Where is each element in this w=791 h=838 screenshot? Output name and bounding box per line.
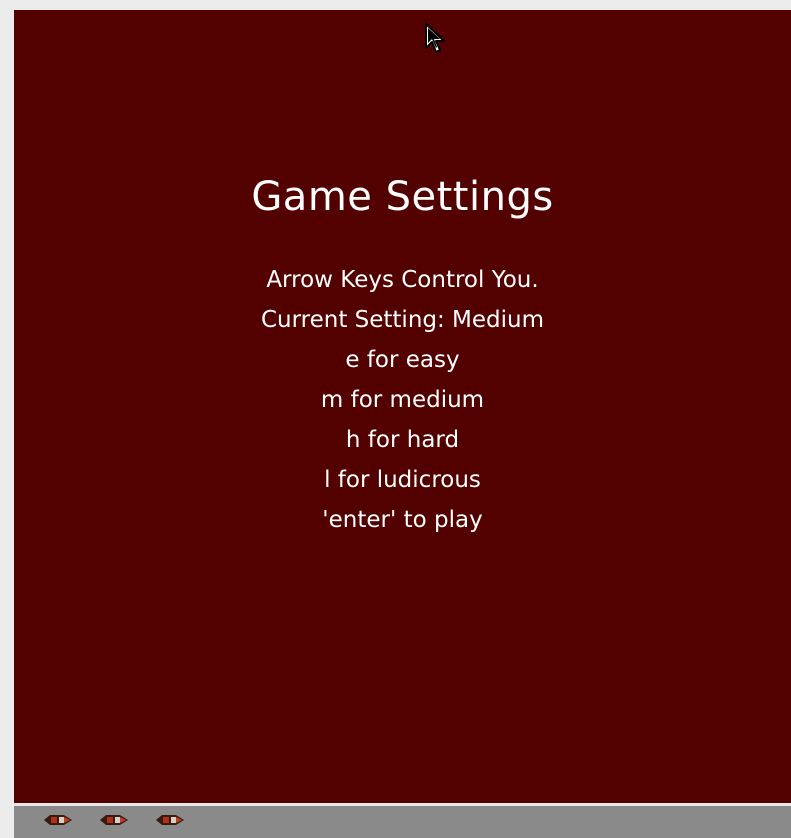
controls-instruction: Arrow Keys Control You. — [266, 267, 539, 293]
ludicrous-option: l for ludicrous — [324, 467, 481, 493]
ship-icon — [156, 815, 184, 825]
lives-status-bar — [14, 806, 791, 838]
medium-option: m for medium — [320, 387, 485, 413]
settings-instructions: Arrow Keys Control You. Current Setting:… — [14, 260, 791, 540]
game-canvas[interactable]: Game Settings Arrow Keys Control You. Cu… — [14, 10, 791, 803]
ship-icon — [100, 815, 128, 825]
mouse-cursor-icon — [425, 23, 445, 53]
game-window: Game Settings Arrow Keys Control You. Cu… — [0, 0, 791, 838]
current-setting-text: Current Setting: Medium — [260, 307, 545, 333]
easy-option: e for easy — [345, 347, 460, 373]
play-instruction: 'enter' to play — [322, 507, 483, 533]
settings-title: Game Settings — [251, 174, 554, 220]
hard-option: h for hard — [345, 427, 460, 453]
ship-icon — [44, 815, 72, 825]
